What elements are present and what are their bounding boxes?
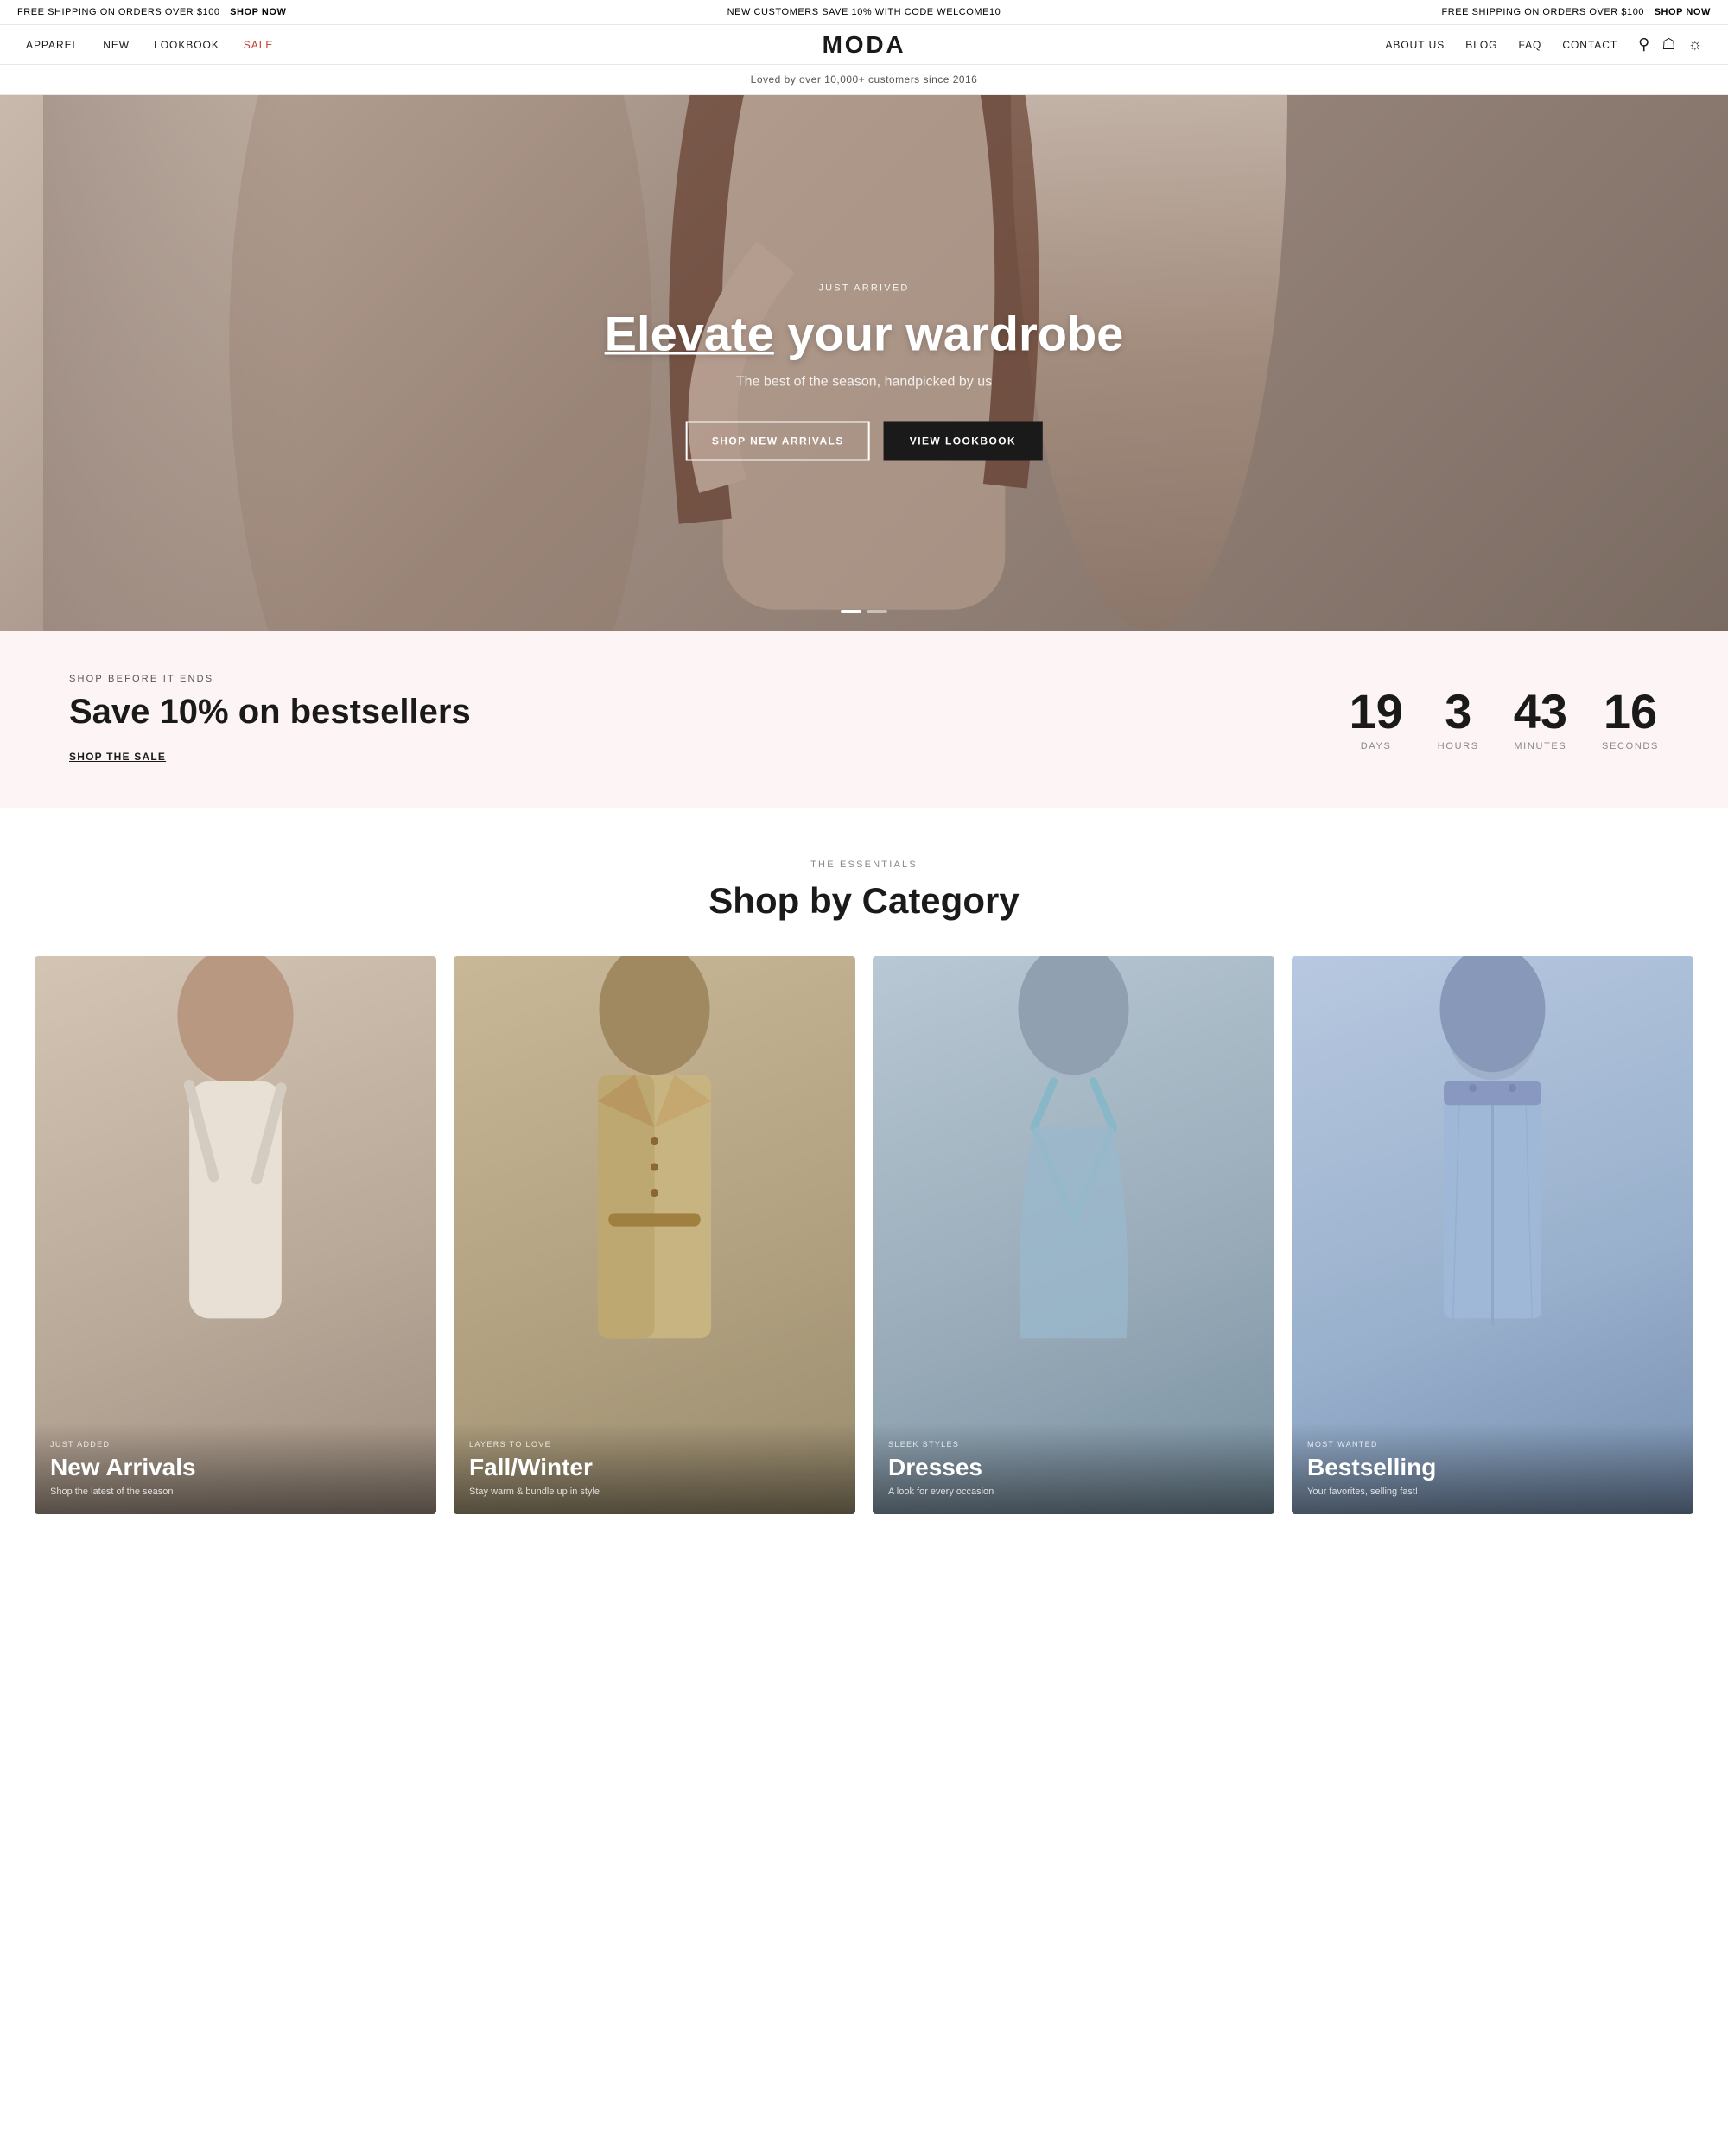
announcement-right-text: FREE SHIPPING ON ORDERS OVER $100 <box>1442 7 1645 17</box>
site-logo[interactable]: MODA <box>823 31 906 59</box>
hero-dot-2[interactable] <box>867 610 887 613</box>
search-icon[interactable]: ⚲ <box>1638 35 1649 54</box>
countdown-hours-label: HOURS <box>1438 741 1479 751</box>
announcement-left: FREE SHIPPING ON ORDERS OVER $100 SHOP N… <box>17 7 581 17</box>
cat-desc-new: Shop the latest of the season <box>50 1487 421 1497</box>
category-card-new-arrivals[interactable]: JUST ADDED New Arrivals Shop the latest … <box>35 956 436 1514</box>
nav-about-us[interactable]: ABOUT US <box>1385 39 1445 51</box>
cat-name-dresses: Dresses <box>888 1454 1259 1481</box>
cat-eyebrow-fall: LAYERS TO LOVE <box>469 1440 840 1449</box>
announcement-center: NEW CUSTOMERS SAVE 10% WITH CODE WELCOME… <box>581 7 1146 17</box>
category-card-dresses[interactable]: SLEEK STYLES Dresses A look for every oc… <box>873 956 1274 1514</box>
nav-apparel[interactable]: APPAREL <box>26 39 79 51</box>
category-card-bestselling[interactable]: MOST WANTED Bestselling Your favorites, … <box>1292 956 1693 1514</box>
category-image-dresses <box>873 956 1274 1430</box>
nav-contact[interactable]: CONTACT <box>1562 39 1617 51</box>
cat-name-new: New Arrivals <box>50 1454 421 1481</box>
announcement-center-text: NEW CUSTOMERS SAVE 10% WITH CODE WELCOME… <box>727 7 1001 17</box>
category-overlay-dresses: SLEEK STYLES Dresses A look for every oc… <box>873 1423 1274 1514</box>
cart-icon[interactable]: ☼ <box>1688 35 1703 54</box>
cat-eyebrow-dresses: SLEEK STYLES <box>888 1440 1259 1449</box>
cat-desc-bestselling: Your favorites, selling fast! <box>1307 1487 1678 1497</box>
trust-text: Loved by over 10,000+ customers since 20… <box>751 73 978 86</box>
cat-desc-dresses: A look for every occasion <box>888 1487 1259 1497</box>
countdown-seconds-label: SECONDS <box>1602 741 1659 751</box>
sale-banner: SHOP BEFORE IT ENDS Save 10% on bestsell… <box>0 631 1728 808</box>
countdown-timer: 19 DAYS 3 HOURS 43 MINUTES 16 SECONDS <box>1349 688 1659 751</box>
countdown-seconds-number: 16 <box>1602 688 1659 736</box>
nav-blog[interactable]: BLOG <box>1465 39 1497 51</box>
countdown-days-number: 19 <box>1349 688 1402 736</box>
countdown-seconds: 16 SECONDS <box>1602 688 1659 751</box>
hero-title: Elevate your wardrobe <box>605 307 1124 360</box>
countdown-minutes-number: 43 <box>1514 688 1567 736</box>
category-image-bestselling <box>1292 956 1693 1430</box>
announcement-left-link[interactable]: SHOP NOW <box>230 7 286 17</box>
hero-dots <box>841 610 887 613</box>
category-overlay-new: JUST ADDED New Arrivals Shop the latest … <box>35 1423 436 1514</box>
category-section: THE ESSENTIALS Shop by Category JUST ADD… <box>0 808 1728 1566</box>
announcement-bar: FREE SHIPPING ON ORDERS OVER $100 SHOP N… <box>0 0 1728 25</box>
trust-bar: Loved by over 10,000+ customers since 20… <box>0 65 1728 95</box>
cat-name-fall: Fall/Winter <box>469 1454 840 1481</box>
hero-dot-1[interactable] <box>841 610 861 613</box>
countdown-days: 19 DAYS <box>1349 688 1402 751</box>
sale-eyebrow: SHOP BEFORE IT ENDS <box>69 674 471 684</box>
sale-banner-left: SHOP BEFORE IT ENDS Save 10% on bestsell… <box>69 674 471 764</box>
countdown-days-label: DAYS <box>1349 741 1402 751</box>
nav-new[interactable]: NEW <box>103 39 130 51</box>
nav-left: APPAREL NEW LOOKBOOK SALE <box>26 39 273 51</box>
countdown-hours: 3 HOURS <box>1438 688 1479 751</box>
countdown-minutes: 43 MINUTES <box>1514 688 1567 751</box>
nav-right: ABOUT US BLOG FAQ CONTACT ⚲ ☖ ☼ <box>1385 35 1702 54</box>
sale-title: Save 10% on bestsellers <box>69 693 471 732</box>
main-nav: APPAREL NEW LOOKBOOK SALE MODA ABOUT US … <box>0 25 1728 65</box>
countdown-minutes-label: MINUTES <box>1514 741 1567 751</box>
cat-name-bestselling: Bestselling <box>1307 1454 1678 1481</box>
countdown-hours-number: 3 <box>1438 688 1479 736</box>
category-overlay-fall: LAYERS TO LOVE Fall/Winter Stay warm & b… <box>454 1423 855 1514</box>
hero-eyebrow: JUST ARRIVED <box>605 282 1124 293</box>
category-image-new <box>35 956 436 1430</box>
nav-lookbook[interactable]: LOOKBOOK <box>154 39 219 51</box>
nav-faq[interactable]: FAQ <box>1518 39 1541 51</box>
shop-new-arrivals-button[interactable]: SHOP NEW ARRIVALS <box>686 421 870 460</box>
cat-eyebrow-bestselling: MOST WANTED <box>1307 1440 1678 1449</box>
category-title: Shop by Category <box>35 880 1693 922</box>
category-image-fall <box>454 956 855 1430</box>
hero-section: JUST ARRIVED Elevate your wardrobe The b… <box>0 95 1728 631</box>
shop-the-sale-link[interactable]: SHOP THE SALE <box>69 751 166 763</box>
announcement-right: FREE SHIPPING ON ORDERS OVER $100 SHOP N… <box>1147 7 1711 17</box>
view-lookbook-button[interactable]: VIEW LOOKBOOK <box>884 421 1042 460</box>
cat-desc-fall: Stay warm & bundle up in style <box>469 1487 840 1497</box>
announcement-left-text: FREE SHIPPING ON ORDERS OVER $100 <box>17 7 220 17</box>
category-overlay-bestselling: MOST WANTED Bestselling Your favorites, … <box>1292 1423 1693 1514</box>
cat-eyebrow-new: JUST ADDED <box>50 1440 421 1449</box>
nav-sale[interactable]: SALE <box>244 39 274 51</box>
announcement-right-link[interactable]: SHOP NOW <box>1655 7 1711 17</box>
category-eyebrow: THE ESSENTIALS <box>35 859 1693 870</box>
category-grid: JUST ADDED New Arrivals Shop the latest … <box>35 956 1693 1514</box>
hero-content: JUST ARRIVED Elevate your wardrobe The b… <box>605 282 1124 460</box>
nav-icons: ⚲ ☖ ☼ <box>1638 35 1702 54</box>
account-icon[interactable]: ☖ <box>1661 35 1675 54</box>
hero-buttons: SHOP NEW ARRIVALS VIEW LOOKBOOK <box>605 421 1124 460</box>
hero-subtitle: The best of the season, handpicked by us <box>605 374 1124 390</box>
category-card-fall-winter[interactable]: LAYERS TO LOVE Fall/Winter Stay warm & b… <box>454 956 855 1514</box>
